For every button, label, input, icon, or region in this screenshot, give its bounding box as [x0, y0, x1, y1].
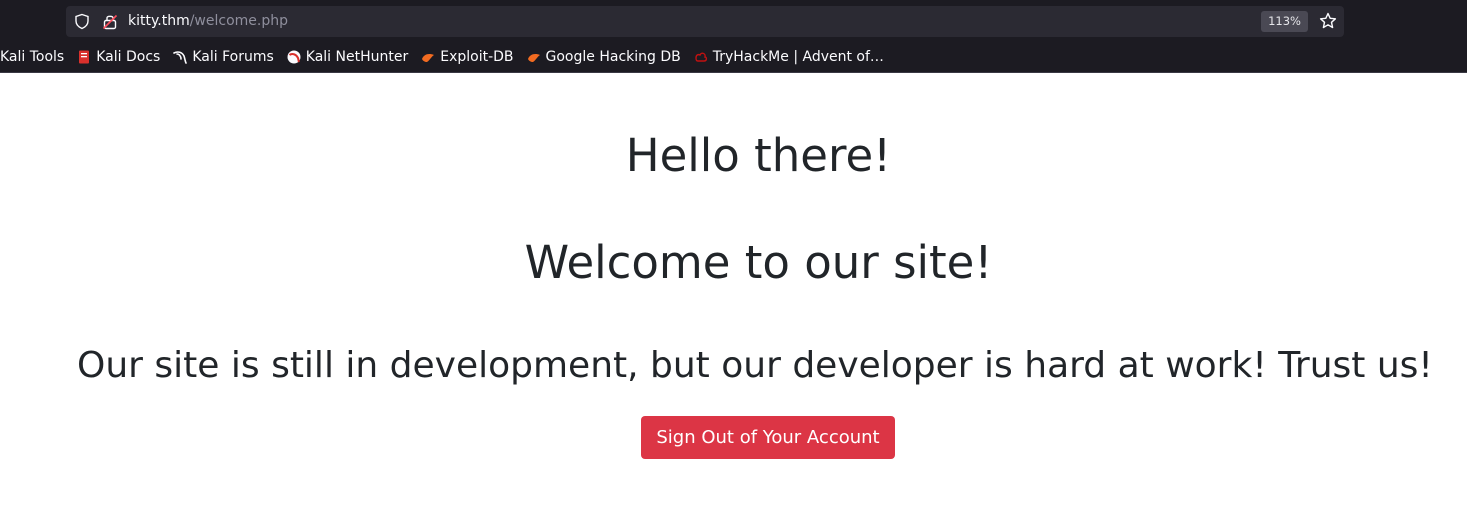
- bookmark-exploit-db[interactable]: Exploit-DB: [421, 45, 514, 69]
- bookmark-label: Kali Tools: [0, 49, 65, 65]
- url-text[interactable]: kitty.thm/welcome.php: [128, 12, 288, 31]
- page-content: Hello there! Welcome to our site! Our si…: [0, 73, 1467, 530]
- address-bar[interactable]: kitty.thm/welcome.php 113%: [66, 6, 1344, 37]
- url-path: /welcome.php: [189, 13, 288, 29]
- bookmark-label: Kali Docs: [96, 49, 161, 65]
- bookmarks-toolbar: Kali Tools Kali Docs Kali Forums Kali Ne…: [0, 45, 897, 69]
- bookmark-label: Kali Forums: [192, 49, 274, 65]
- zoom-level-button[interactable]: 113%: [1261, 11, 1308, 32]
- bookmark-star-icon[interactable]: [1319, 12, 1337, 30]
- bookmark-kali-docs[interactable]: Kali Docs: [77, 45, 160, 69]
- bookmark-kali-tools[interactable]: Kali Tools: [0, 45, 64, 69]
- exploit-db-icon: [422, 54, 435, 62]
- bookmark-label: TryHackMe | Advent of…: [712, 49, 884, 65]
- nethunter-icon: [287, 50, 301, 64]
- bookmark-label: Exploit-DB: [440, 49, 514, 65]
- kali-docs-icon: [79, 50, 90, 64]
- insecure-lock-icon[interactable]: [102, 13, 118, 30]
- bookmark-tryhackme[interactable]: TryHackMe | Advent of…: [694, 45, 884, 69]
- bookmark-kali-forums[interactable]: Kali Forums: [173, 45, 274, 69]
- url-host: kitty.thm: [128, 13, 190, 29]
- bookmark-label: Kali NetHunter: [305, 49, 409, 65]
- bookmark-kali-nethunter[interactable]: Kali NetHunter: [287, 45, 408, 69]
- tracking-shield-icon[interactable]: [74, 13, 90, 30]
- kali-dragon-icon: [173, 51, 188, 64]
- browser-toolbar: kitty.thm/welcome.php 113% Kali Tools Ka…: [0, 0, 1467, 73]
- welcome-heading: Welcome to our site!: [524, 236, 993, 289]
- greeting-heading: Hello there!: [625, 129, 892, 182]
- bookmark-label: Google Hacking DB: [545, 49, 681, 65]
- bookmark-google-hacking-db[interactable]: Google Hacking DB: [527, 45, 681, 69]
- development-notice: Our site is still in development, but ou…: [77, 345, 1433, 386]
- sign-out-button[interactable]: Sign Out of Your Account: [641, 416, 895, 459]
- tryhackme-icon: [695, 52, 707, 62]
- ghdb-icon: [527, 54, 540, 62]
